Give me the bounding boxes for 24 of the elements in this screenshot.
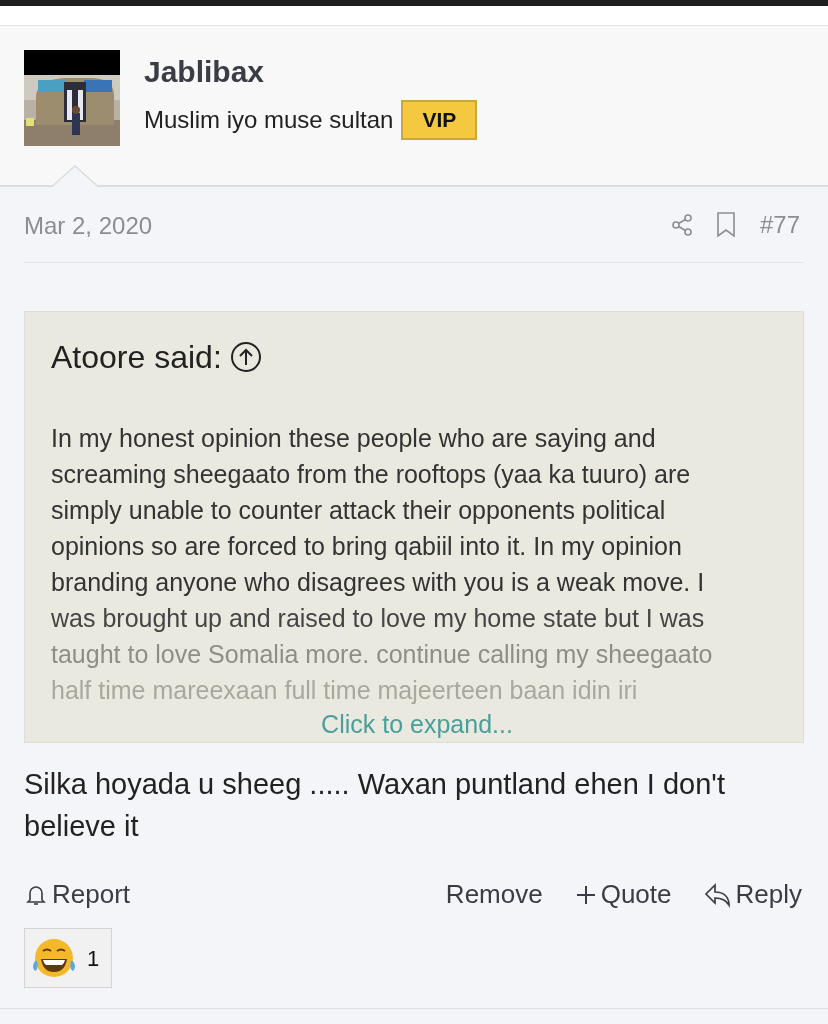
reply-arrow-icon	[703, 881, 732, 908]
quote-line: half time mareexaan full time majeerteen baan idin iri	[51, 675, 638, 706]
bookmark-icon[interactable]	[715, 211, 736, 238]
quote-attribution[interactable]: Atoore said:	[51, 338, 222, 376]
quote-link[interactable]: Quote	[574, 875, 672, 914]
reaction-button[interactable]: 1	[24, 928, 113, 988]
reply-link[interactable]: Reply	[703, 875, 802, 914]
plus-icon	[574, 883, 597, 906]
quote-line: simply unable to counter attack their opponents political	[51, 495, 666, 526]
laughing-emoji-icon	[31, 937, 77, 979]
remove-link[interactable]: Remove	[445, 875, 543, 914]
quote-line: In my honest opinion these people who are saying and	[51, 423, 656, 454]
share-icon[interactable]	[669, 212, 694, 237]
author-name[interactable]: Jablibax	[144, 56, 478, 88]
vip-badge: VIP	[401, 100, 478, 140]
quote-line: was brought up and raised to love my home state but I was	[51, 603, 705, 634]
quote-line: taught to love Somalia more. continue calling my sheegaato	[51, 639, 713, 670]
up-arrow-circle-icon[interactable]	[229, 341, 262, 373]
post-message: Silka hoyada u sheeg ..... Waxan puntland ehen I don't believe it	[24, 767, 726, 844]
user-title: Muslim iyo muse sultan	[144, 104, 394, 135]
quote-line: screaming sheegaato from the rooftops (yaa ka tuuro) are	[51, 459, 691, 490]
quote-line: opinions so are forced to bring qabiil into it. In my opinion	[51, 531, 682, 562]
quote-line: branding anyone who disagrees with you is a weak move. I	[51, 567, 705, 598]
report-link[interactable]: Report	[24, 875, 131, 914]
